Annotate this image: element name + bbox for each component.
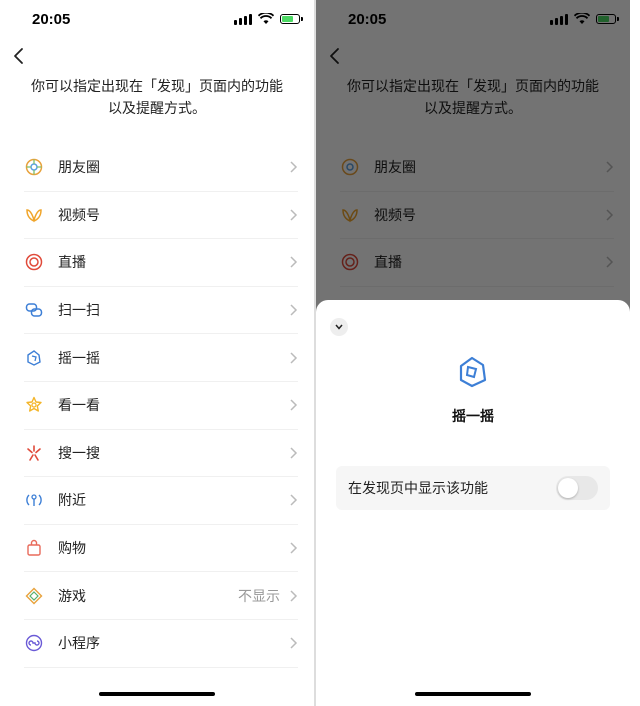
list-item-live[interactable]: 直播 [24, 239, 298, 287]
list-item-scan[interactable]: 扫一扫 [24, 287, 298, 335]
home-indicator[interactable] [415, 692, 531, 696]
list-item-shake[interactable]: 摇一摇 [24, 334, 298, 382]
wifi-icon [258, 13, 274, 24]
list-item-top-stories[interactable]: 看一看 [24, 382, 298, 430]
chevron-right-icon [290, 256, 298, 269]
status-bar: 20:05 [0, 0, 314, 40]
description-line-1: 你可以指定出现在「发现」页面内的功能 [31, 79, 283, 95]
chevron-right-icon [290, 399, 298, 411]
collapse-button[interactable] [330, 318, 348, 336]
toggle-label: 在发现页中显示该功能 [348, 481, 488, 497]
chevron-right-icon [290, 161, 298, 173]
description-line-2: 以及提醒方式。 [108, 101, 206, 117]
show-feature-row: 在发现页中显示该功能 [336, 466, 610, 510]
battery-icon [280, 14, 303, 24]
chevron-right-icon [290, 494, 298, 506]
settings-screen-left: 20:05 你可以指定出现在「发现」页面内的功能 以及提醒方式。 朋友圈 视频号… [0, 0, 314, 706]
list-item-label: 视频号 [58, 207, 100, 224]
mini-programs-icon [24, 633, 44, 653]
moments-icon [24, 157, 44, 177]
show-in-discover-toggle[interactable] [556, 476, 598, 500]
live-icon [24, 252, 44, 272]
nearby-icon [24, 490, 44, 510]
list-item-label: 直播 [58, 255, 86, 272]
chevron-right-icon [290, 352, 298, 364]
list-item-shopping[interactable]: 购物 [24, 525, 298, 573]
toggle-knob [558, 478, 578, 498]
list-item-label: 扫一扫 [58, 303, 100, 320]
list-item-search[interactable]: 搜一搜 [24, 430, 298, 478]
list-item-label: 小程序 [58, 636, 100, 653]
list-item-label: 购物 [58, 541, 86, 558]
list-item-games[interactable]: 游戏 不显示 [24, 572, 298, 620]
scan-icon [24, 300, 44, 320]
feature-title: 摇一摇 [452, 409, 494, 425]
settings-screen-right: 20:05 你可以指定出现在「发现」页面内的功能 以及提醒方式。 朋友圈 视频号… [316, 0, 630, 706]
chevron-right-icon [290, 209, 298, 221]
chevron-right-icon [290, 590, 298, 602]
page-description: 你可以指定出现在「发现」页面内的功能 以及提醒方式。 [20, 76, 294, 120]
feature-list: 朋友圈 视频号 直播 扫一扫 摇一摇 看一看 搜一搜 附近 购物 游戏 不显示 … [24, 144, 298, 668]
shake-icon [459, 356, 487, 388]
shake-icon [24, 348, 44, 368]
chevron-right-icon [290, 304, 298, 316]
channels-icon [24, 205, 44, 225]
shopping-icon [24, 538, 44, 558]
home-indicator[interactable] [99, 692, 215, 696]
list-item-channels[interactable]: 视频号 [24, 192, 298, 240]
search-icon [24, 443, 44, 463]
games-icon [24, 586, 44, 606]
back-icon[interactable] [10, 44, 30, 68]
list-item-value: 不显示 [238, 588, 280, 605]
chevron-down-icon [335, 324, 343, 330]
list-item-mini-programs[interactable]: 小程序 [24, 620, 298, 668]
list-item-label: 摇一摇 [58, 350, 100, 367]
signal-icon [234, 13, 252, 25]
list-item-moments[interactable]: 朋友圈 [24, 144, 298, 192]
list-item-label: 看一看 [58, 398, 100, 415]
list-item-label: 搜一搜 [58, 445, 100, 462]
chevron-right-icon [290, 542, 298, 554]
feature-bottom-sheet: 摇一摇 在发现页中显示该功能 [316, 300, 630, 706]
status-icons [234, 13, 303, 25]
chevron-right-icon [290, 447, 298, 459]
list-item-label: 朋友圈 [58, 160, 100, 177]
list-item-nearby[interactable]: 附近 [24, 477, 298, 525]
status-time: 20:05 [32, 11, 71, 28]
chevron-right-icon [290, 637, 298, 649]
top-stories-icon [24, 395, 44, 415]
list-item-label: 游戏 [58, 588, 86, 605]
list-item-label: 附近 [58, 493, 86, 510]
